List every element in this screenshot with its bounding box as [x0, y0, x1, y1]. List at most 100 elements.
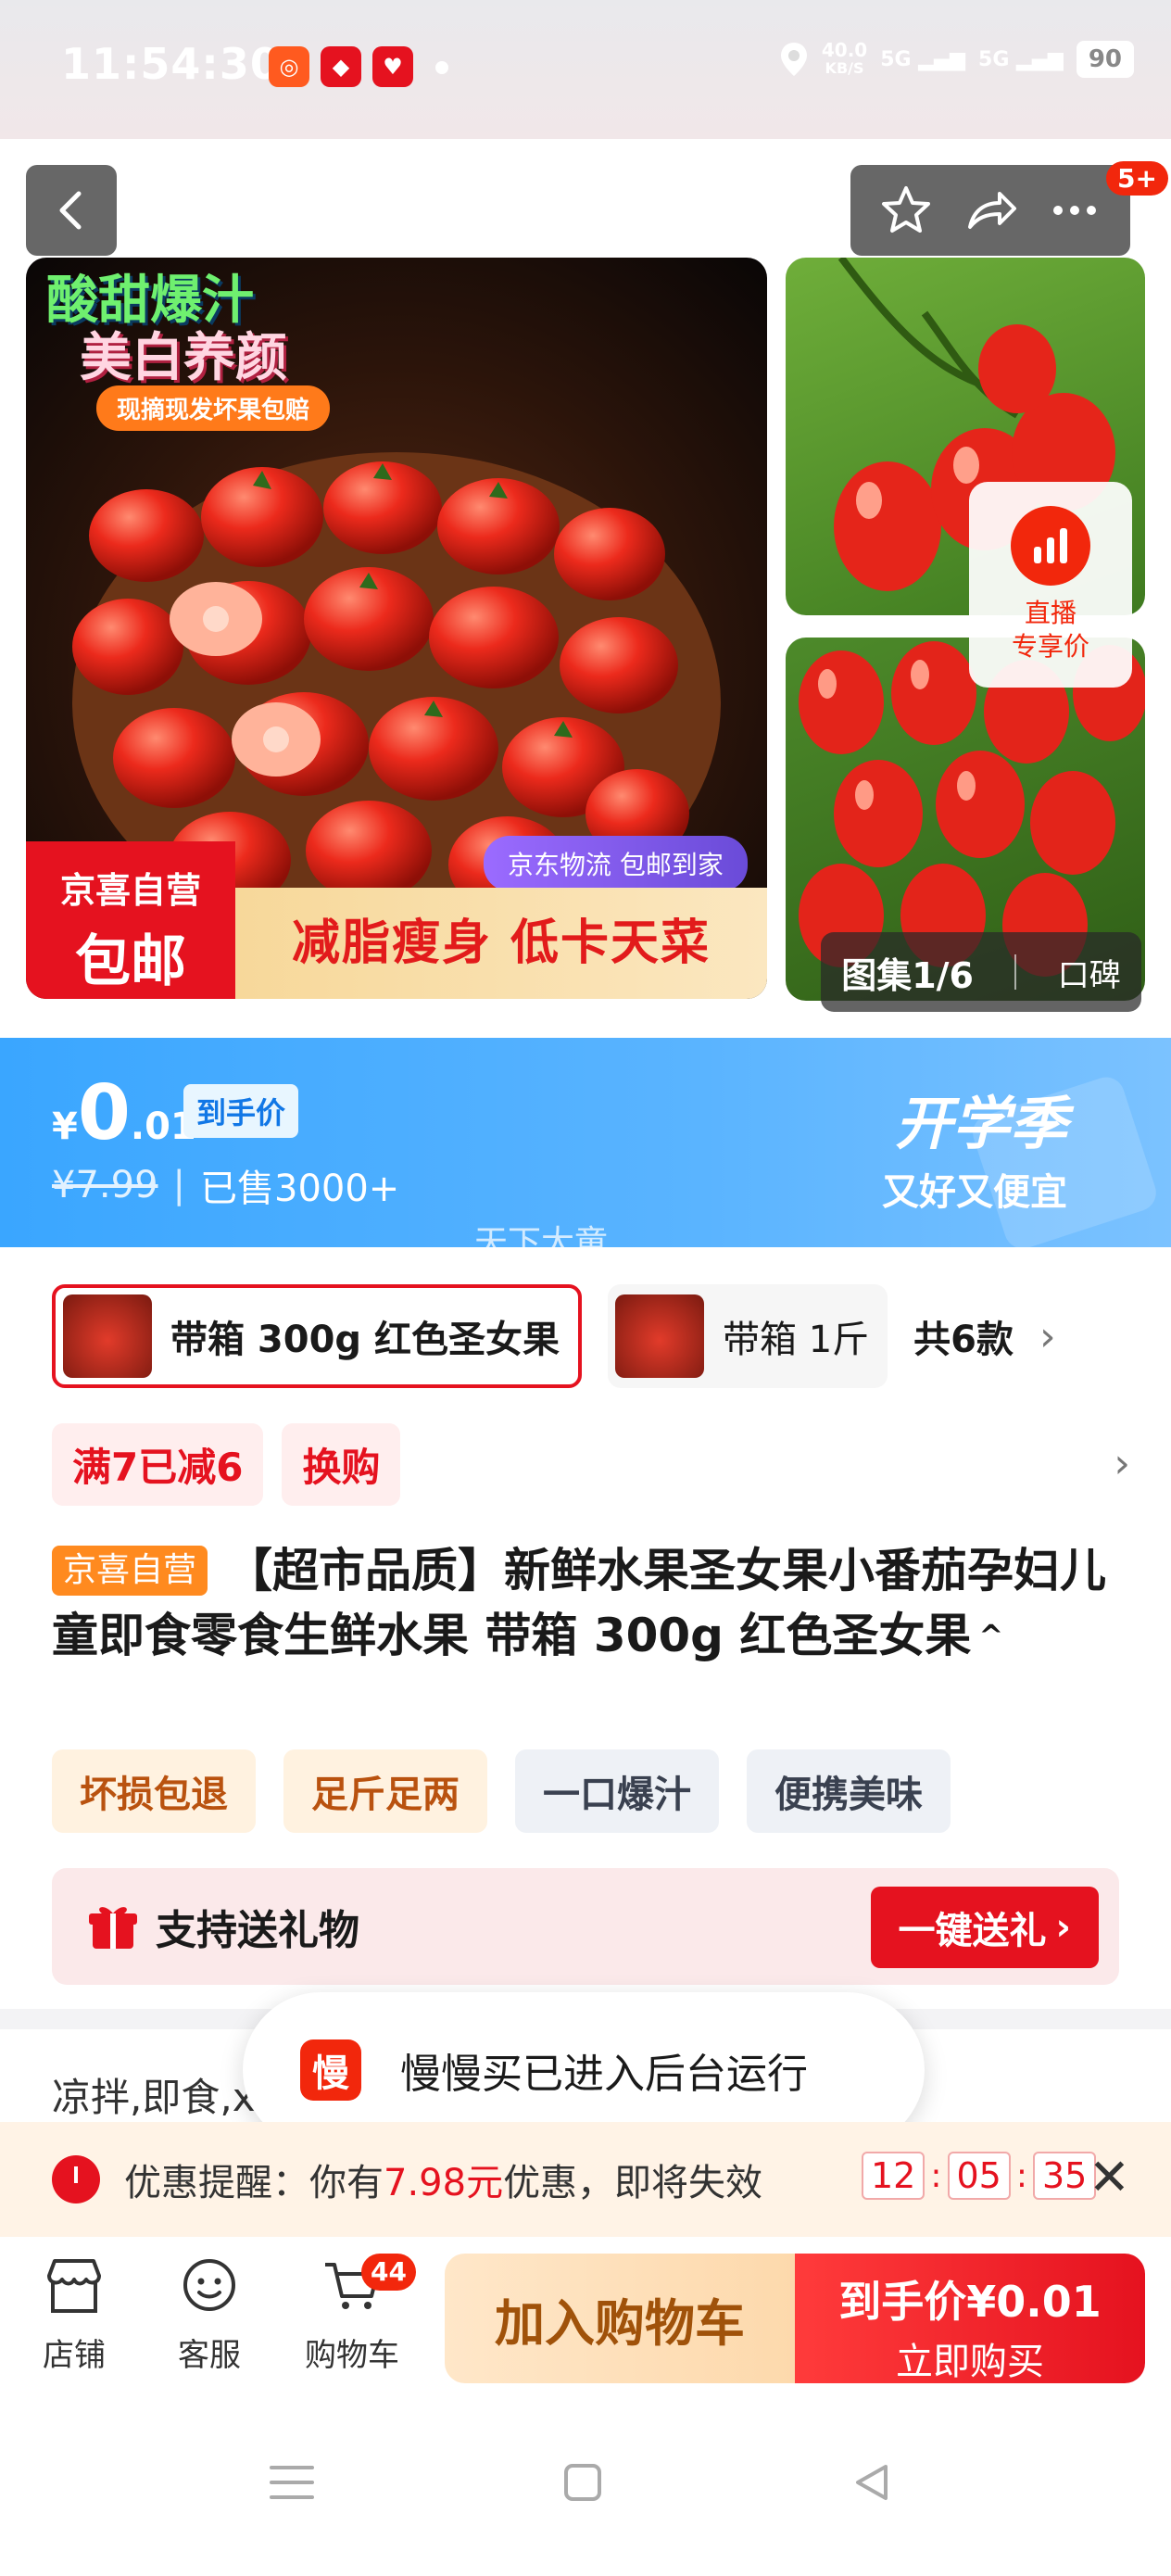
logistics-badge: 京东物流 包邮到家 [484, 836, 748, 891]
buy-now-label: 立即购买 [896, 2341, 1044, 2383]
separator: | [172, 1164, 185, 1206]
feature-tag: 一口爆汁 [515, 1749, 719, 1833]
countdown-hours: 12 [862, 2152, 925, 2200]
more-notifications-dot [435, 61, 448, 74]
shop-label: 店铺 [43, 2337, 106, 2374]
home-button[interactable] [550, 2450, 615, 2515]
gift-box-icon [89, 1907, 137, 1949]
gallery-counter[interactable]: 图集1/6 [841, 947, 974, 998]
slogan-banner: 减脂瘦身 低卡天菜 [235, 888, 767, 999]
description-preview: 凉拌,即食,x [52, 2075, 256, 2120]
sku-selector: 带箱 300g 红色圣女果 带箱 1斤 共6款 › [52, 1282, 1171, 1390]
coupon-reminder-bar[interactable]: 优惠提醒：你有7.98元优惠，即将失效 12 : 05 : 35 ✕ [0, 2122, 1171, 2237]
send-gift-button[interactable]: 一键送礼 › [870, 1887, 1099, 1968]
collapse-caret-icon[interactable]: ^ [978, 1618, 1003, 1653]
toast-message: 慢慢买已进入后台运行 [400, 2051, 808, 2098]
battery-icon: 90 [1076, 41, 1134, 78]
price-display: ¥ 0 .01 [52, 1069, 196, 1157]
promotion-row[interactable]: 满7已减6 换购 › [52, 1421, 1130, 1507]
original-price: ¥7.99 [52, 1164, 158, 1206]
app-notification-icon: ◆ [321, 46, 361, 87]
recent-apps-button[interactable] [259, 2450, 324, 2515]
countdown-colon: : [1015, 2156, 1027, 2195]
ship-badge-line2: 包邮 [75, 929, 186, 994]
chevron-right-icon: › [1055, 1906, 1071, 1949]
final-price-tag: 到手价 [183, 1084, 299, 1138]
countdown-minutes: 05 [947, 2152, 1011, 2200]
add-to-cart-button[interactable]: 加入购物车 [445, 2254, 795, 2383]
feature-tag: 足斤足两 [283, 1749, 487, 1833]
sku-option[interactable]: 带箱 1斤 [607, 1284, 888, 1388]
more-options-icon[interactable] [1047, 183, 1102, 238]
back-button[interactable] [26, 165, 117, 256]
sku-label: 带箱 300g 红色圣女果 [170, 1319, 560, 1361]
cart-button[interactable]: 44 购物车 [296, 2254, 416, 2375]
status-indicators: 40.0 KB/S 5G ▂▄▆ 5G ▂▄▆ 90 [779, 41, 1134, 78]
sold-count: 已售3000+ [200, 1168, 400, 1210]
watermark-text: 天下大童 [474, 1224, 609, 1262]
back-nav-button[interactable] [839, 2450, 904, 2515]
clock-alert-icon [52, 2155, 100, 2203]
signal-label: 5G [880, 47, 912, 71]
chevron-left-icon [59, 191, 82, 230]
sku-thumbnail [63, 1294, 152, 1378]
live-stream-icon [1011, 506, 1090, 586]
app-notification-icon: ♥ [372, 46, 413, 87]
sku-option-selected[interactable]: 带箱 300g 红色圣女果 [52, 1284, 582, 1388]
service-label: 客服 [178, 2337, 241, 2374]
location-icon [780, 43, 807, 76]
send-gift-label: 一键送礼 [898, 1910, 1047, 1952]
campaign-title: 开学季 [894, 1090, 1067, 1157]
signal-5g-icon: 5G ▂▄▆ [978, 47, 1064, 71]
cart-label: 购物车 [305, 2337, 399, 2374]
home-square-icon [564, 2464, 601, 2501]
sku-label: 带箱 1斤 [722, 1319, 870, 1361]
product-main-image[interactable]: 酸甜爆汁 美白养颜 现摘现发坏果包赔 京东物流 包邮到家 京喜自营 包邮 减脂瘦… [26, 258, 767, 999]
signal-5g-icon: 5G ▂▄▆ [880, 47, 966, 71]
promo-headline: 酸甜爆汁 [46, 271, 254, 331]
sku-thumbnail [614, 1294, 704, 1378]
product-title-text: 【超市品质】新鲜水果圣女果小番茄孕妇儿童即食零食生鲜水果 带箱 300g 红色圣… [52, 1544, 1107, 1662]
promotion-tag[interactable]: 换购 [282, 1422, 401, 1506]
countdown-seconds: 35 [1033, 2152, 1097, 2200]
status-time: 11:54:30 [61, 39, 281, 89]
chat-smile-icon [177, 2254, 242, 2318]
gallery-counter-bar[interactable]: 图集1/6 口碑 [821, 932, 1141, 1012]
live-sublabel: 专享价 [1011, 631, 1089, 662]
original-price-row: ¥7.99 | 已售3000+ [52, 1158, 399, 1212]
network-speed: 40.0 KB/S [822, 41, 867, 78]
currency-symbol: ¥ [52, 1105, 78, 1148]
app-notification-icon: ◎ [269, 46, 309, 87]
campaign-banner[interactable]: 开学季 又好又便宜 [882, 1077, 1067, 1216]
close-icon[interactable]: ✕ [1089, 2148, 1130, 2206]
chevron-right-icon[interactable]: › [1114, 1440, 1130, 1487]
menu-lines-icon [270, 2466, 314, 2499]
countdown-colon: : [930, 2156, 942, 2195]
reminder-prefix: 优惠提醒：你有 [124, 2162, 384, 2204]
review-tab[interactable]: 口碑 [1058, 950, 1121, 995]
manmanbuy-app-icon: 慢 [300, 2039, 361, 2101]
triangle-back-icon [856, 2465, 888, 2500]
shop-button[interactable]: 店铺 [19, 2254, 130, 2375]
reminder-suffix: 优惠，即将失效 [503, 2162, 763, 2204]
cart-count-badge: 44 [361, 2254, 416, 2291]
free-shipping-badge: 京喜自营 包邮 [26, 841, 235, 999]
buy-now-button[interactable]: 到手价¥0.01 立即购买 [795, 2254, 1145, 2383]
campaign-subtitle: 又好又便宜 [882, 1171, 1067, 1214]
favorite-star-icon[interactable] [878, 183, 934, 238]
feature-tag: 坏损包退 [52, 1749, 256, 1833]
status-bar: 11:54:30 ◎ ◆ ♥ 40.0 KB/S 5G ▂▄▆ 5G ▂▄▆ 9… [0, 0, 1171, 139]
feature-tag: 便携美味 [747, 1749, 951, 1833]
promotion-tag[interactable]: 满7已减6 [52, 1422, 264, 1506]
promo-headline: 美白养颜 [80, 328, 287, 388]
live-price-card[interactable]: 直播 专享价 [969, 482, 1132, 688]
customer-service-button[interactable]: 客服 [154, 2254, 265, 2375]
signal-label: 5G [978, 47, 1010, 71]
chevron-right-icon[interactable]: › [1039, 1313, 1056, 1360]
feature-tags: 坏损包退 足斤足两 一口爆汁 便携美味 [52, 1749, 951, 1833]
sku-total-count[interactable]: 共6款 [913, 1309, 1014, 1363]
reminder-text: 优惠提醒：你有7.98元优惠，即将失效 [124, 2153, 762, 2206]
countdown-timer: 12 : 05 : 35 [862, 2152, 1097, 2200]
net-speed-value: 40.0 [821, 39, 868, 61]
share-icon[interactable] [963, 183, 1018, 238]
